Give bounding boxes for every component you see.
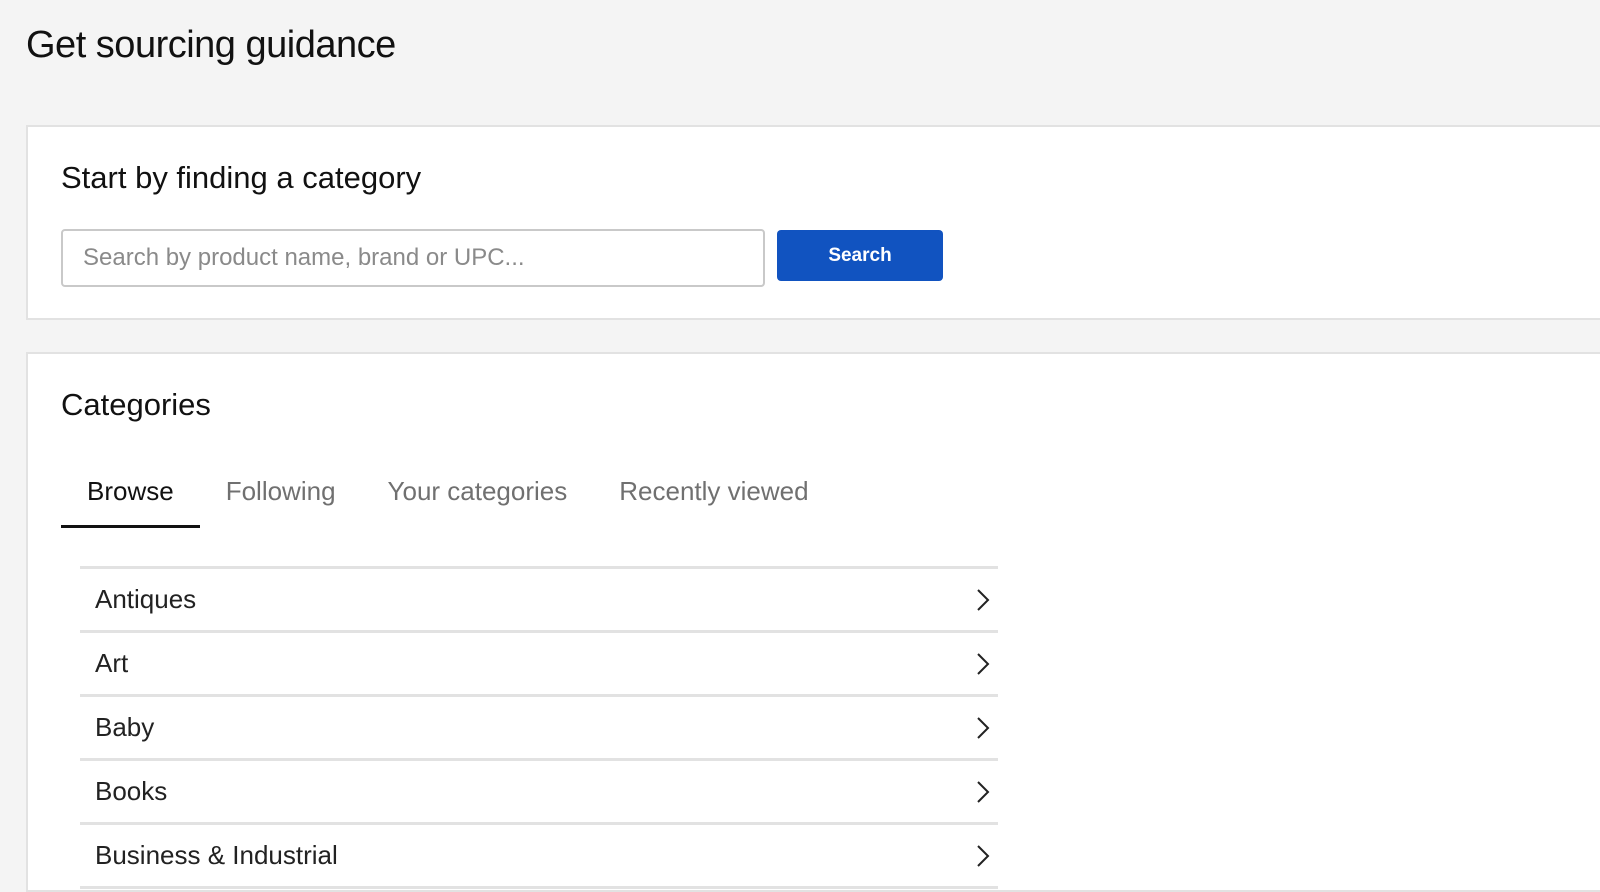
- chevron-right-icon: [974, 843, 992, 869]
- category-tabs: Browse Following Your categories Recentl…: [61, 454, 835, 528]
- categories-heading: Categories: [61, 387, 211, 422]
- category-label: Business & Industrial: [95, 840, 338, 870]
- tab-browse[interactable]: Browse: [61, 454, 200, 528]
- category-item-art[interactable]: Art: [80, 633, 998, 697]
- category-item-books[interactable]: Books: [80, 761, 998, 825]
- chevron-right-icon: [974, 715, 992, 741]
- category-item-baby[interactable]: Baby: [80, 697, 998, 761]
- chevron-right-icon: [974, 779, 992, 805]
- category-label: Baby: [95, 712, 155, 742]
- search-button[interactable]: Search: [777, 230, 943, 281]
- chevron-right-icon: [974, 587, 992, 613]
- chevron-right-icon: [974, 651, 992, 677]
- category-item-antiques[interactable]: Antiques: [80, 569, 998, 633]
- search-heading: Start by finding a category: [61, 160, 422, 195]
- search-input[interactable]: [61, 229, 765, 287]
- category-list: Antiques Art Baby Books Business & Indus…: [80, 566, 998, 889]
- tab-recently-viewed[interactable]: Recently viewed: [593, 454, 834, 528]
- search-card: Start by finding a category Search: [26, 125, 1600, 320]
- page-title: Get sourcing guidance: [26, 24, 396, 66]
- category-label: Books: [95, 776, 168, 806]
- categories-card: Categories Browse Following Your categor…: [26, 352, 1600, 892]
- tab-your-categories[interactable]: Your categories: [362, 454, 594, 528]
- category-item-business-industrial[interactable]: Business & Industrial: [80, 825, 998, 889]
- category-label: Art: [95, 648, 129, 678]
- category-label: Antiques: [95, 584, 197, 614]
- tab-following[interactable]: Following: [200, 454, 362, 528]
